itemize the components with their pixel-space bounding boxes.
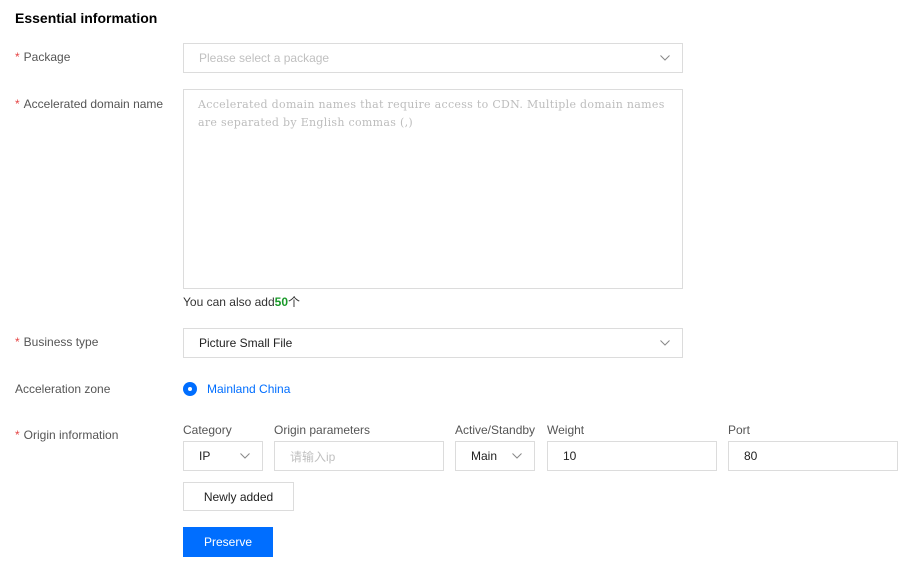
- mainland-china-radio[interactable]: [183, 382, 197, 396]
- domain-placeholder: Accelerated domain names that require ac…: [198, 98, 665, 129]
- business-type-label: * Business type: [15, 335, 99, 349]
- mainland-china-label[interactable]: Mainland China: [207, 382, 290, 396]
- weight-header: Weight: [547, 423, 585, 437]
- active-standby-select[interactable]: Main: [455, 441, 535, 471]
- category-value: IP: [199, 449, 211, 463]
- chevron-down-icon: [660, 55, 670, 61]
- origin-params-header: Origin parameters: [274, 423, 371, 437]
- required-mark: *: [15, 50, 20, 64]
- chevron-down-icon: [240, 453, 250, 459]
- port-input[interactable]: 80: [728, 441, 898, 471]
- newly-added-button[interactable]: Newly added: [183, 482, 294, 511]
- origin-label: * Origin information: [15, 428, 119, 442]
- port-value: 80: [744, 449, 758, 463]
- section-title: Essential information: [15, 10, 158, 26]
- port-header: Port: [728, 423, 751, 437]
- package-placeholder: Please select a package: [199, 51, 330, 65]
- category-select[interactable]: IP: [183, 441, 263, 471]
- acceleration-zone-label: Acceleration zone: [15, 382, 111, 396]
- active-standby-value: Main: [471, 449, 498, 463]
- domain-hint: You can also add50个: [183, 295, 301, 309]
- package-select[interactable]: Please select a package: [183, 43, 683, 73]
- business-type-value: Picture Small File: [199, 336, 293, 350]
- domain-label: * Accelerated domain name: [15, 97, 164, 111]
- required-mark: *: [15, 428, 20, 442]
- domain-count: 50: [274, 295, 288, 309]
- chevron-down-icon: [660, 340, 670, 346]
- origin-params-input[interactable]: 请输入ip: [274, 441, 444, 471]
- required-mark: *: [15, 335, 20, 349]
- chevron-down-icon: [512, 453, 522, 459]
- origin-params-placeholder: 请输入ip: [290, 449, 336, 464]
- active-standby-header: Active/Standby: [455, 423, 536, 437]
- business-type-select[interactable]: Picture Small File: [183, 328, 683, 358]
- weight-input[interactable]: 10: [547, 441, 717, 471]
- category-header: Category: [183, 423, 232, 437]
- required-mark: *: [15, 97, 20, 111]
- preserve-button[interactable]: Preserve: [183, 527, 273, 557]
- package-label: * Package: [15, 50, 71, 64]
- weight-value: 10: [563, 449, 577, 463]
- domain-textarea[interactable]: Accelerated domain names that require ac…: [183, 89, 683, 289]
